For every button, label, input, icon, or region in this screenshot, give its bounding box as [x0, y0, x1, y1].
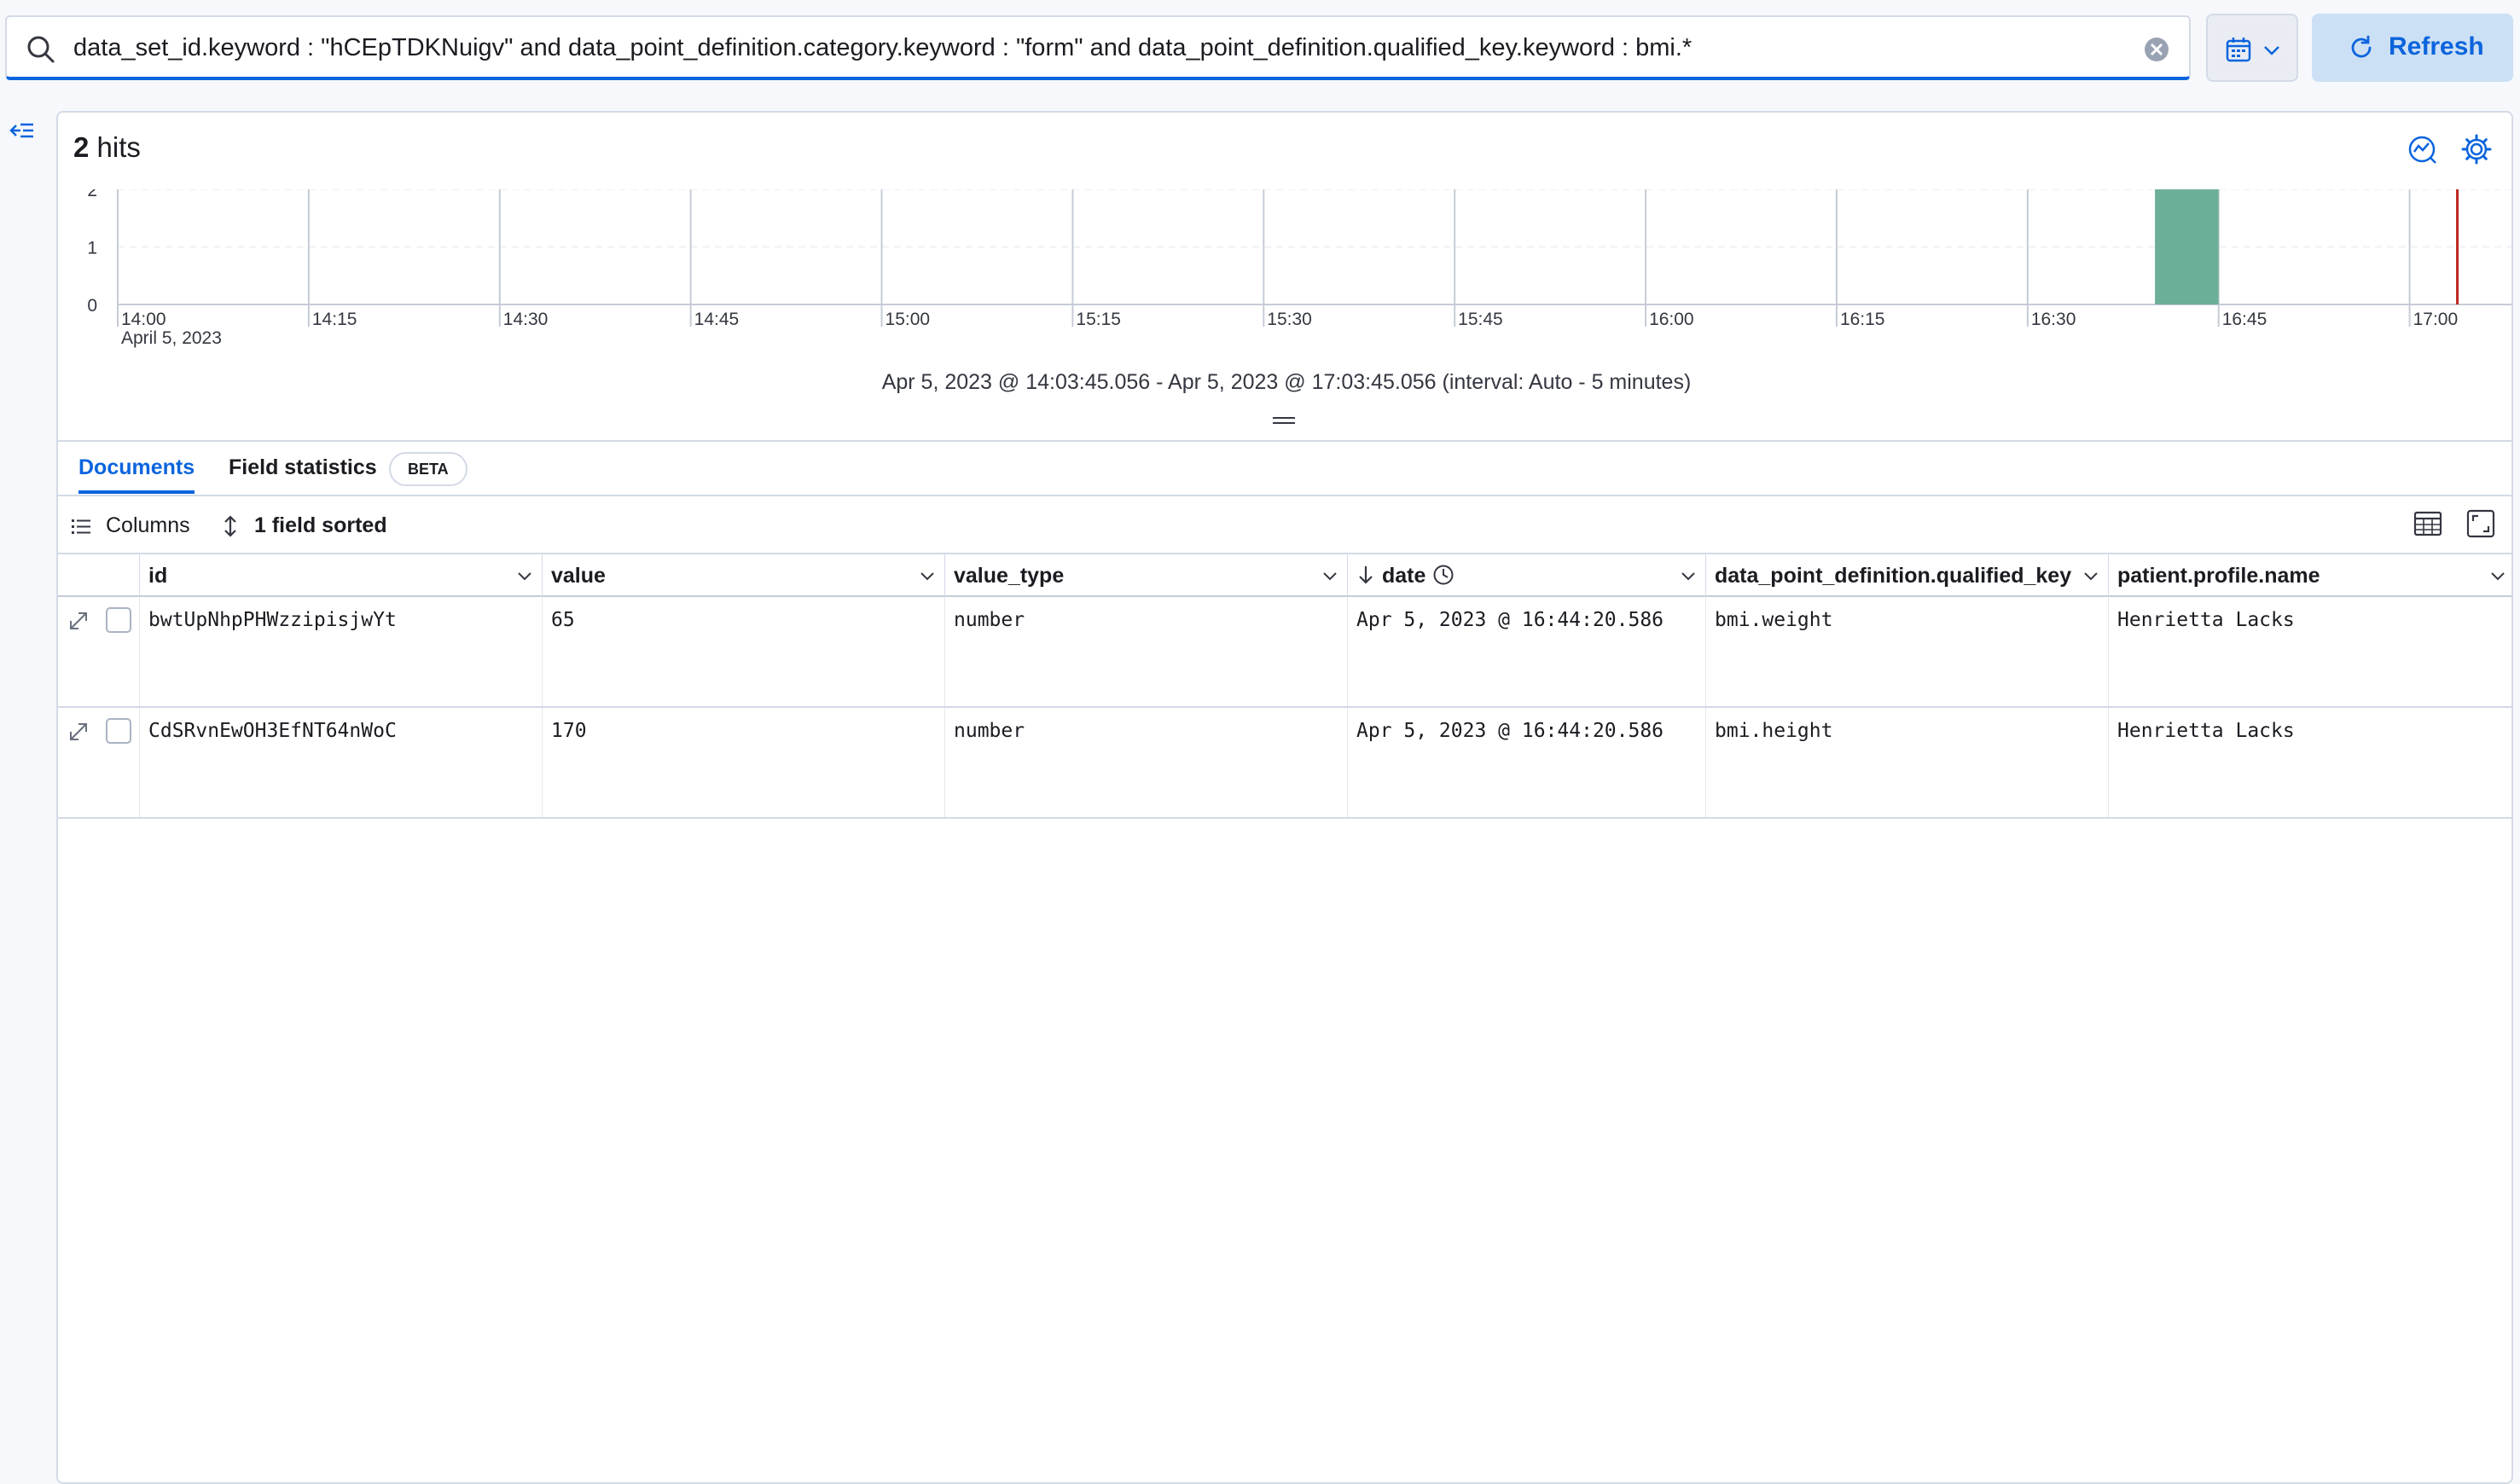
cell-id: bwtUpNhpPHWzzipisjwYt: [140, 597, 543, 706]
x-tick-label: 14:15: [312, 310, 357, 329]
chevron-down-icon: [2264, 46, 2279, 55]
x-tick-label: 15:45: [1458, 310, 1503, 329]
cell-value-type: number: [945, 597, 1348, 706]
refresh-label: Refresh: [2389, 32, 2484, 61]
histogram-chart: 2 1 0 14:00April 5, 2023 14:15 14:30 14:45 15:0…: [87, 189, 2511, 348]
column-header-label: data_point_definition.qualified_key: [1715, 564, 2072, 588]
expand-icon[interactable]: [67, 720, 90, 744]
date-picker-button[interactable]: [2206, 14, 2298, 82]
x-tick-label: 16:15: [1840, 310, 1885, 329]
x-tick-sublabel: April 5, 2023: [121, 328, 222, 348]
row-checkbox[interactable]: [106, 718, 131, 744]
calendar-icon: [2226, 38, 2251, 62]
cell-value: 65: [543, 597, 945, 706]
tab-documents[interactable]: Documents: [78, 455, 195, 494]
columns-label: Columns: [106, 513, 190, 537]
resize-handle-icon[interactable]: [1273, 416, 1295, 425]
display-density-icon[interactable]: [2413, 508, 2443, 539]
list-icon: [72, 519, 90, 534]
y-tick-label: 2: [87, 189, 97, 200]
query-bar: Refresh: [0, 0, 2520, 96]
divider: [58, 440, 2511, 442]
column-header-id[interactable]: id: [140, 554, 543, 597]
interval-text: Apr 5, 2023 @ 14:03:45.056 - Apr 5, 2023…: [881, 370, 1692, 394]
chevron-down-icon[interactable]: [516, 568, 533, 585]
search-icon: [27, 36, 55, 63]
x-tick-label: 16:30: [2031, 310, 2076, 329]
clear-icon[interactable]: [2143, 36, 2170, 63]
row-controls: [58, 708, 140, 817]
query-search-box[interactable]: [5, 15, 2191, 80]
x-tick-label: 14:45: [694, 310, 740, 329]
cell-value: 170: [543, 708, 945, 817]
histogram-bar: [2155, 189, 2219, 304]
column-header-label: date: [1382, 564, 1426, 588]
x-tick-label: 15:30: [1267, 310, 1312, 329]
y-tick-label: 0: [87, 296, 97, 316]
x-tick-label: 15:00: [885, 310, 931, 329]
expand-icon[interactable]: [67, 609, 90, 633]
x-tick-label: 14:00: [121, 310, 166, 329]
cell-date: Apr 5, 2023 @ 16:44:20.586: [1348, 708, 1706, 817]
chevron-down-icon[interactable]: [919, 568, 936, 585]
cell-qualified-key: bmi.height: [1706, 708, 2109, 817]
table-row[interactable]: bwtUpNhpPHWzzipisjwYt 65 number Apr 5, 2…: [58, 597, 2511, 708]
column-header-label: id: [148, 564, 168, 588]
hits-label: hits: [96, 131, 141, 163]
chevron-down-icon[interactable]: [2489, 568, 2506, 585]
x-tick-label: 14:30: [503, 310, 549, 329]
grid-header: id value value_type date data_point_defi…: [58, 553, 2511, 597]
column-header-date[interactable]: date: [1348, 554, 1706, 597]
x-tick-label: 16:45: [2222, 310, 2267, 329]
chevron-down-icon[interactable]: [2082, 568, 2099, 585]
x-tick-label: 15:15: [1076, 310, 1121, 329]
column-header-label: patient.profile.name: [2117, 564, 2320, 588]
fullscreen-icon[interactable]: [2465, 508, 2496, 539]
chevron-down-icon[interactable]: [1680, 568, 1697, 585]
gear-icon[interactable]: [2460, 133, 2493, 165]
sort-icon: [224, 515, 236, 537]
cell-patient-name: Henrietta Lacks: [2117, 720, 2295, 742]
chevron-down-icon[interactable]: [1321, 568, 1338, 585]
sort-desc-icon: [1359, 566, 1373, 584]
cell-value-type: number: [945, 708, 1348, 817]
row-checkbox[interactable]: [106, 607, 131, 633]
inspect-chart-icon[interactable]: [2406, 133, 2438, 165]
cell-date: Apr 5, 2023 @ 16:44:20.586: [1348, 597, 1706, 706]
column-header-value[interactable]: value: [543, 554, 945, 597]
header-controls: [58, 554, 140, 597]
tab-field-statistics[interactable]: Field statistics: [229, 455, 377, 480]
x-tick-label: 17:00: [2413, 310, 2459, 329]
column-header-value-type[interactable]: value_type: [945, 554, 1348, 597]
row-controls: [58, 597, 140, 706]
cell-patient-name: Henrietta Lacks: [2117, 609, 2295, 631]
collapse-sidebar-icon[interactable]: [9, 118, 36, 145]
column-header-patient-name[interactable]: patient.profile.name: [2109, 554, 2511, 597]
beta-badge: BETA: [389, 452, 467, 486]
discover-panel: 2 hits 2 1 0 14:00 April 5, 2023 14:15 14:30 14…: [56, 111, 2513, 1484]
column-header-label: value: [551, 564, 606, 588]
divider: [58, 495, 2511, 496]
hits-count: 2 hits: [73, 131, 141, 164]
y-tick-label: 1: [87, 239, 97, 258]
column-header-label: value_type: [954, 564, 1065, 588]
table-row[interactable]: CdSRvnEwOH3EfNT64nWoC 170 number Apr 5, …: [58, 708, 2511, 819]
clock-icon: [1433, 565, 1454, 585]
hits-number: 2: [73, 131, 90, 163]
tab-documents-label: Documents: [78, 455, 195, 479]
x-tick-label: 16:00: [1649, 310, 1694, 329]
column-header-qualified-key[interactable]: data_point_definition.qualified_key: [1706, 554, 2109, 597]
query-input[interactable]: [73, 24, 2121, 72]
refresh-icon: [2351, 35, 2372, 58]
sort-label: 1 field sorted: [254, 513, 387, 537]
cell-qualified-key: bmi.weight: [1706, 597, 2109, 706]
refresh-button[interactable]: Refresh: [2312, 14, 2513, 82]
cell-id: CdSRvnEwOH3EfNT64nWoC: [140, 708, 543, 817]
